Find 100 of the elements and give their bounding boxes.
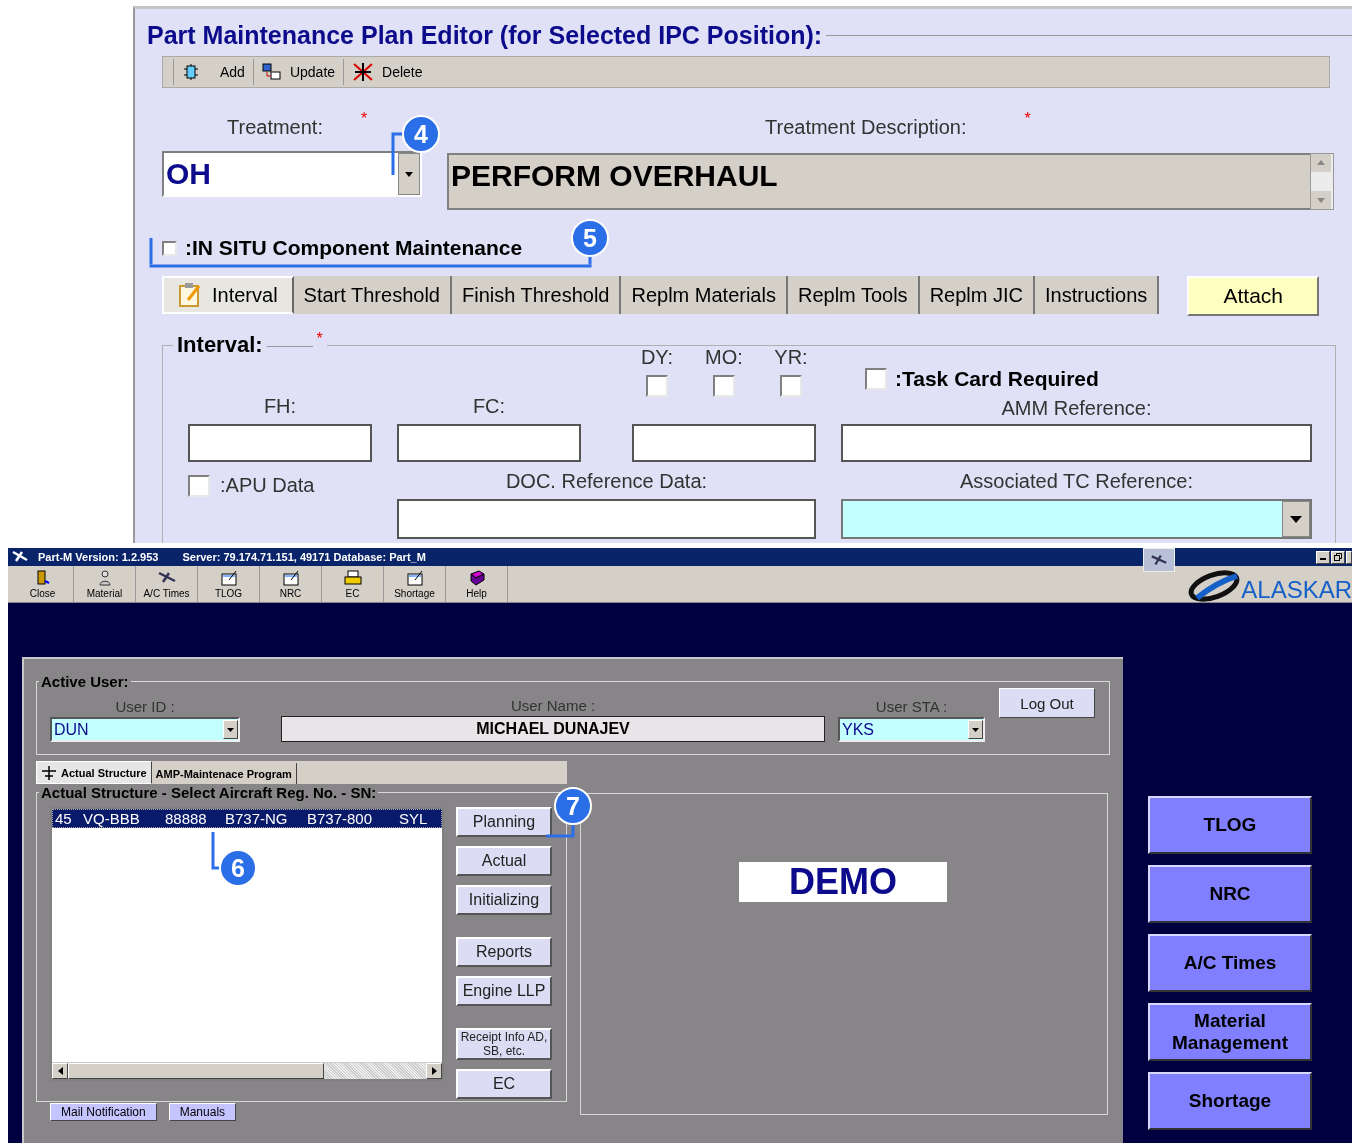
action-button[interactable]: Receipt Info AD, SB, etc. bbox=[456, 1028, 552, 1060]
chip-icon bbox=[182, 63, 200, 81]
action-button[interactable]: Initializing bbox=[456, 885, 552, 915]
field-label: FH: bbox=[263, 395, 297, 417]
table-cell-text: B737-800 bbox=[306, 810, 374, 827]
checkbox[interactable] bbox=[646, 375, 668, 397]
action-button[interactable]: Actual bbox=[456, 846, 552, 876]
checkbox[interactable] bbox=[713, 375, 735, 397]
toolbar-button[interactable]: A/C Times bbox=[136, 566, 198, 602]
checkbox-label: :IN SITU Component Maintenance bbox=[185, 236, 523, 260]
caret-icon bbox=[405, 171, 413, 177]
tab[interactable]: Actual Structure bbox=[36, 761, 152, 784]
table-cell-text: 45 bbox=[54, 810, 73, 827]
callout-badge: 4 bbox=[402, 115, 440, 153]
field-label: User STA : bbox=[874, 698, 949, 715]
user-sta-dropdown[interactable]: YKS bbox=[838, 717, 985, 742]
footer-button[interactable]: Manuals bbox=[168, 1103, 237, 1121]
table-cell-text: B737-NG bbox=[224, 810, 289, 827]
callout-badge: 7 bbox=[554, 787, 592, 825]
scrollbar[interactable] bbox=[52, 1062, 442, 1079]
restore-icon bbox=[1334, 553, 1342, 561]
action-button[interactable]: EC bbox=[456, 1069, 552, 1099]
close-button[interactable] bbox=[1346, 550, 1352, 564]
minimize-button[interactable] bbox=[1316, 550, 1330, 564]
group-title: Active User: bbox=[40, 673, 130, 690]
table-cell-text: VQ-BBB bbox=[82, 810, 141, 827]
update-icon bbox=[261, 63, 282, 81]
callout-badge: 5 bbox=[571, 219, 609, 257]
editor-title: Part Maintenance Plan Editor (for Selected IPC Position): bbox=[147, 21, 823, 50]
notepad-icon bbox=[219, 569, 238, 586]
tab[interactable]: Instructions bbox=[1035, 276, 1160, 314]
caret-icon bbox=[972, 727, 979, 732]
tab[interactable]: Start Threshold bbox=[293, 276, 452, 314]
input-field[interactable] bbox=[397, 499, 816, 539]
action-button[interactable]: Planning bbox=[456, 807, 552, 837]
toolbar-button[interactable]: Close bbox=[12, 566, 74, 602]
input-field[interactable] bbox=[188, 424, 372, 462]
checkbox[interactable] bbox=[865, 367, 887, 390]
module-button[interactable]: TLOG bbox=[1148, 796, 1312, 854]
input-field[interactable] bbox=[632, 424, 816, 462]
field-label: User ID : bbox=[114, 698, 176, 715]
field-label: AMM Reference: bbox=[1001, 397, 1152, 419]
tab[interactable]: Interval bbox=[162, 276, 294, 314]
description-field[interactable]: PERFORM OVERHAUL bbox=[447, 153, 1310, 210]
logout-button[interactable]: Log Out bbox=[999, 688, 1095, 718]
user-id-dropdown[interactable]: DUN bbox=[50, 717, 240, 742]
toolbar-button[interactable]: NRC bbox=[260, 566, 322, 602]
module-button[interactable]: Material Management bbox=[1148, 1003, 1312, 1061]
demo-label: DEMO bbox=[739, 862, 947, 902]
list-row[interactable]: 45 VQ-BBB 88888 B737-NG B737-800 SYL bbox=[52, 809, 442, 828]
toolbar-button[interactable]: EC bbox=[322, 566, 384, 602]
field-label: User Name : bbox=[509, 697, 597, 714]
notepad-icon bbox=[405, 569, 424, 586]
checkbox-label: :Task Card Required bbox=[895, 366, 1099, 391]
checkbox-label: :APU Data bbox=[220, 474, 315, 497]
attach-button[interactable]: Attach bbox=[1187, 276, 1320, 316]
footer-button[interactable]: Mail Notification bbox=[50, 1103, 157, 1121]
plane-button[interactable] bbox=[1143, 548, 1175, 572]
toolbar-button[interactable]: TLOG bbox=[198, 566, 260, 602]
user-name-field: MICHAEL DUNAJEV bbox=[281, 716, 825, 742]
restore-button[interactable] bbox=[1331, 550, 1345, 564]
field-label: Associated TC Reference: bbox=[959, 470, 1194, 492]
checkbox[interactable] bbox=[188, 474, 210, 497]
scroll-right-icon[interactable] bbox=[431, 1067, 437, 1075]
toolbar-button[interactable]: Update bbox=[252, 59, 344, 85]
checkbox-label: MO: bbox=[705, 346, 743, 369]
tab[interactable]: Replm Materials bbox=[621, 276, 788, 314]
required-mark: * bbox=[316, 330, 323, 348]
group-title: Interval: bbox=[177, 332, 263, 358]
toolbar-button[interactable]: Delete bbox=[343, 59, 431, 85]
action-button[interactable]: Reports bbox=[456, 937, 552, 967]
toolbar-button[interactable]: Add bbox=[173, 59, 253, 85]
input-field[interactable] bbox=[841, 424, 1312, 462]
checkbox[interactable] bbox=[780, 375, 802, 397]
module-button[interactable]: NRC bbox=[1148, 865, 1312, 923]
reference-dropdown[interactable] bbox=[841, 499, 1312, 539]
scroll-left-icon[interactable] bbox=[57, 1067, 63, 1075]
checkbox-label: YR: bbox=[774, 346, 808, 369]
table-cell-text: SYL bbox=[398, 810, 429, 827]
input-field[interactable] bbox=[397, 424, 581, 462]
checkbox[interactable] bbox=[162, 240, 177, 256]
module-button[interactable]: Shortage bbox=[1148, 1072, 1312, 1130]
action-button[interactable]: Engine LLP bbox=[456, 976, 552, 1006]
logo: ALASKAR bbox=[1187, 566, 1352, 602]
required-mark: * bbox=[360, 110, 368, 129]
book-icon bbox=[467, 569, 486, 586]
field-label: FC: bbox=[472, 395, 506, 417]
leader-line bbox=[546, 824, 575, 838]
tab[interactable]: Replm Tools bbox=[787, 276, 920, 314]
toolbar-button[interactable]: Help bbox=[446, 566, 508, 602]
ring-logo-icon bbox=[1187, 570, 1242, 602]
toolbar-button[interactable]: Shortage bbox=[384, 566, 446, 602]
toolbar-button[interactable]: Material bbox=[74, 566, 136, 602]
plane-icon bbox=[12, 550, 28, 564]
treatment-dropdown[interactable]: OH bbox=[162, 151, 422, 197]
tab[interactable]: Finish Threshold bbox=[451, 276, 622, 314]
tab[interactable]: Replm JIC bbox=[919, 276, 1035, 314]
printer-icon bbox=[343, 569, 362, 586]
leader-line bbox=[391, 132, 403, 175]
module-button[interactable]: A/C Times bbox=[1148, 934, 1312, 992]
